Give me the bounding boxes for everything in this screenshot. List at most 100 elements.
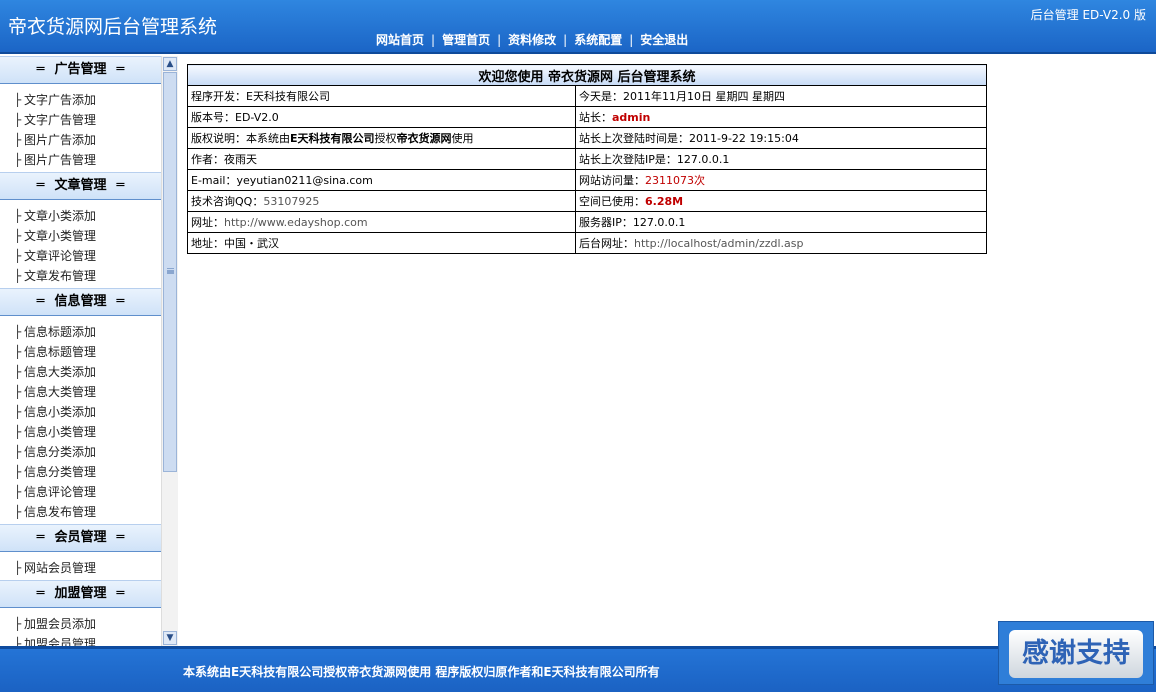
menu-bars-icon: ═ bbox=[116, 530, 125, 545]
table-cell: 今天是：2011年11月10日 星期四 星期四 bbox=[575, 85, 987, 107]
sidebar-item[interactable]: ├ 图片广告管理 bbox=[14, 150, 161, 170]
sidebar-item[interactable]: ├ 信息小类添加 bbox=[14, 402, 161, 422]
nav-separator: | bbox=[497, 33, 502, 47]
sidebar-item[interactable]: ├ 加盟会员添加 bbox=[14, 614, 161, 634]
section-title: 广告管理 bbox=[54, 62, 107, 77]
footer: 本系统由E天科技有限公司授权帝衣货源网使用 程序版权归原作者和E天科技有限公司所… bbox=[0, 646, 1156, 692]
sidebar-section-articles[interactable]: ═ 文章管理 ═ bbox=[0, 172, 161, 200]
system-info-table: 欢迎您使用 帝衣货源网 后台管理系统 程序开发：E天科技有限公司 今天是：201… bbox=[187, 64, 987, 254]
table-cell: 站长：admin bbox=[575, 106, 987, 128]
email-link[interactable]: yeyutian0211@sina.com bbox=[237, 174, 373, 187]
sidebar-item[interactable]: ├ 图片广告添加 bbox=[14, 130, 161, 150]
section-title: 文章管理 bbox=[54, 178, 107, 193]
tree-branch-icon: ├ bbox=[14, 385, 22, 399]
nav-separator: | bbox=[563, 33, 568, 47]
table-row: 版权说明：本系统由E天科技有限公司授权帝衣货源网使用 站长上次登陆时间是：201… bbox=[187, 127, 987, 149]
tree-branch-icon: ├ bbox=[14, 93, 22, 107]
table-cell: 站长上次登陆IP是：127.0.0.1 bbox=[575, 148, 987, 170]
tree-branch-icon: ├ bbox=[14, 269, 22, 283]
tree-branch-icon: ├ bbox=[14, 561, 22, 575]
table-row: 作者：夜雨天 站长上次登陆IP是：127.0.0.1 bbox=[187, 148, 987, 170]
sidebar-item[interactable]: ├ 文章小类添加 bbox=[14, 206, 161, 226]
tree-branch-icon: ├ bbox=[14, 249, 22, 263]
sidebar-item[interactable]: ├ 文章发布管理 bbox=[14, 266, 161, 286]
sidebar-list: ├ 网站会员管理 bbox=[0, 552, 161, 580]
app-title: 帝衣货源网后台管理系统 bbox=[8, 16, 218, 38]
scroll-thumb[interactable] bbox=[163, 72, 177, 472]
tree-branch-icon: ├ bbox=[14, 365, 22, 379]
nav-edit-profile[interactable]: 资料修改 bbox=[508, 33, 556, 47]
table-cell: 版本号：ED-V2.0 bbox=[187, 106, 576, 128]
tree-branch-icon: ├ bbox=[14, 405, 22, 419]
sidebar-item[interactable]: ├ 文字广告添加 bbox=[14, 90, 161, 110]
table-cell: 服务器IP：127.0.0.1 bbox=[575, 211, 987, 233]
sidebar-list: ├ 文字广告添加 ├ 文字广告管理 ├ 图片广告添加 ├ 图片广告管理 bbox=[0, 84, 161, 172]
tree-branch-icon: ├ bbox=[14, 229, 22, 243]
menu-bars-icon: ═ bbox=[36, 294, 45, 309]
space-used: 6.28M bbox=[645, 195, 684, 208]
menu-bars-icon: ═ bbox=[36, 178, 45, 193]
sidebar-scrollbar[interactable]: ▲ ▼ bbox=[161, 56, 178, 646]
sidebar-item[interactable]: ├ 信息小类管理 bbox=[14, 422, 161, 442]
sidebar-section-info[interactable]: ═ 信息管理 ═ bbox=[0, 288, 161, 316]
admin-url-link[interactable]: http://localhost/admin/zzdl.asp bbox=[634, 237, 804, 250]
sidebar-item[interactable]: ├ 信息标题管理 bbox=[14, 342, 161, 362]
sidebar-item[interactable]: ├ 网站会员管理 bbox=[14, 558, 161, 578]
table-cell: 后台网址：http://localhost/admin/zzdl.asp bbox=[575, 232, 987, 254]
main-content: 欢迎您使用 帝衣货源网 后台管理系统 程序开发：E天科技有限公司 今天是：201… bbox=[178, 56, 1153, 646]
website-link[interactable]: http://www.edayshop.com bbox=[224, 216, 368, 229]
sidebar-list: ├ 加盟会员添加 ├ 加盟会员管理 bbox=[0, 608, 161, 646]
sidebar-item[interactable]: ├ 信息分类管理 bbox=[14, 462, 161, 482]
sidebar-item[interactable]: ├ 信息大类管理 bbox=[14, 382, 161, 402]
nav-admin-home[interactable]: 管理首页 bbox=[442, 33, 490, 47]
table-cell: 网站访问量：2311073次 bbox=[575, 169, 987, 191]
nav-logout[interactable]: 安全退出 bbox=[640, 33, 688, 47]
sidebar-item[interactable]: ├ 信息评论管理 bbox=[14, 482, 161, 502]
tree-branch-icon: ├ bbox=[14, 209, 22, 223]
table-caption: 欢迎您使用 帝衣货源网 后台管理系统 bbox=[187, 64, 987, 86]
sidebar-section-ads[interactable]: ═ 广告管理 ═ bbox=[0, 56, 161, 84]
table-row: E-mail：yeyutian0211@sina.com 网站访问量：23110… bbox=[187, 169, 987, 191]
table-cell: 版权说明：本系统由E天科技有限公司授权帝衣货源网使用 bbox=[187, 127, 576, 149]
sidebar-item[interactable]: ├ 信息大类添加 bbox=[14, 362, 161, 382]
sidebar-item[interactable]: ├ 信息标题添加 bbox=[14, 322, 161, 342]
scroll-down-icon[interactable]: ▼ bbox=[163, 631, 177, 645]
tree-branch-icon: ├ bbox=[14, 325, 22, 339]
sidebar-item[interactable]: ├ 文字广告管理 bbox=[14, 110, 161, 130]
table-row: 网址：http://www.edayshop.com 服务器IP：127.0.0… bbox=[187, 211, 987, 233]
tree-branch-icon: ├ bbox=[14, 485, 22, 499]
section-title: 会员管理 bbox=[54, 530, 107, 545]
tree-branch-icon: ├ bbox=[14, 637, 22, 646]
menu-bars-icon: ═ bbox=[36, 62, 45, 77]
admin-name: admin bbox=[612, 111, 651, 124]
tree-branch-icon: ├ bbox=[14, 133, 22, 147]
sidebar-section-franchise[interactable]: ═ 加盟管理 ═ bbox=[0, 580, 161, 608]
sidebar-item[interactable]: ├ 文章小类管理 bbox=[14, 226, 161, 246]
table-row: 程序开发：E天科技有限公司 今天是：2011年11月10日 星期四 星期四 bbox=[187, 85, 987, 107]
nav-system-config[interactable]: 系统配置 bbox=[574, 33, 622, 47]
table-row: 地址：中国・武汉 后台网址：http://localhost/admin/zzd… bbox=[187, 232, 987, 254]
table-row: 版本号：ED-V2.0 站长：admin bbox=[187, 106, 987, 128]
nav-site-home[interactable]: 网站首页 bbox=[376, 33, 424, 47]
table-cell: 作者：夜雨天 bbox=[187, 148, 576, 170]
sidebar-item[interactable]: ├ 信息分类添加 bbox=[14, 442, 161, 462]
table-cell: E-mail：yeyutian0211@sina.com bbox=[187, 169, 576, 191]
menu-bars-icon: ═ bbox=[36, 586, 45, 601]
menu-bars-icon: ═ bbox=[36, 530, 45, 545]
thanks-badge: 感谢支持 bbox=[998, 621, 1154, 685]
table-row: 技术咨询QQ：53107925 空间已使用：6.28M bbox=[187, 190, 987, 212]
tree-branch-icon: ├ bbox=[14, 425, 22, 439]
scroll-up-icon[interactable]: ▲ bbox=[163, 57, 177, 71]
table-cell: 程序开发：E天科技有限公司 bbox=[187, 85, 576, 107]
sidebar-section-members[interactable]: ═ 会员管理 ═ bbox=[0, 524, 161, 552]
thanks-button[interactable]: 感谢支持 bbox=[1009, 630, 1143, 678]
sidebar-item[interactable]: ├ 信息发布管理 bbox=[14, 502, 161, 522]
sidebar: ═ 广告管理 ═ ├ 文字广告添加 ├ 文字广告管理 ├ 图片广告添加 ├ 图片广告管理 ═… bbox=[0, 56, 162, 646]
visit-count: 2311073次 bbox=[645, 174, 705, 187]
grip-icon bbox=[167, 268, 174, 270]
table-cell: 技术咨询QQ：53107925 bbox=[187, 190, 576, 212]
menu-bars-icon: ═ bbox=[116, 586, 125, 601]
table-cell: 地址：中国・武汉 bbox=[187, 232, 576, 254]
sidebar-item[interactable]: ├ 文章评论管理 bbox=[14, 246, 161, 266]
sidebar-item[interactable]: ├ 加盟会员管理 bbox=[14, 634, 161, 646]
